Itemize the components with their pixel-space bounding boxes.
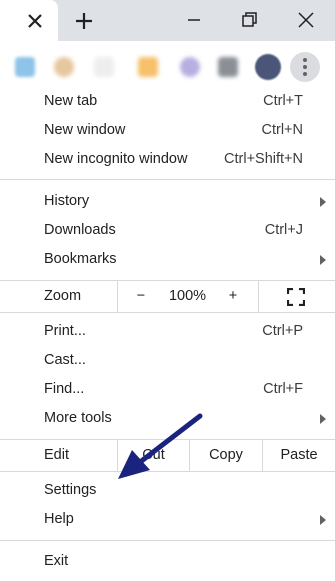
menu-item-label: More tools xyxy=(44,410,112,426)
zoom-in-button[interactable]: + xyxy=(218,281,248,312)
extension-icon[interactable] xyxy=(218,57,238,77)
menu-item-history[interactable]: History xyxy=(0,187,335,216)
divider xyxy=(258,281,259,312)
close-icon[interactable] xyxy=(25,11,45,31)
menu-item-label: Downloads xyxy=(44,222,116,238)
menu-item-shortcut: Ctrl+Shift+N xyxy=(224,151,303,167)
chrome-menu: New tab Ctrl+T New window Ctrl+N New inc… xyxy=(0,86,335,581)
zoom-row: Zoom − 100% + xyxy=(0,280,335,313)
menu-item-cast[interactable]: Cast... xyxy=(0,346,335,375)
menu-item-print[interactable]: Print... Ctrl+P xyxy=(0,317,335,346)
menu-item-shortcut: Ctrl+T xyxy=(263,93,303,109)
active-tab[interactable] xyxy=(0,0,58,41)
paste-button[interactable]: Paste xyxy=(263,440,335,471)
menu-item-settings[interactable]: Settings xyxy=(0,476,335,505)
menu-item-new-window[interactable]: New window Ctrl+N xyxy=(0,116,335,145)
menu-item-label: History xyxy=(44,193,90,209)
zoom-out-button[interactable]: − xyxy=(126,281,156,312)
menu-item-shortcut: Ctrl+P xyxy=(262,323,303,339)
menu-item-label: Settings xyxy=(44,482,97,498)
extension-icon[interactable] xyxy=(138,57,158,77)
menu-item-label: Find... xyxy=(44,381,85,397)
divider xyxy=(117,281,118,312)
menu-item-new-tab[interactable]: New tab Ctrl+T xyxy=(0,87,335,116)
submenu-arrow-icon xyxy=(320,255,326,265)
divider xyxy=(0,540,335,541)
menu-item-shortcut: Ctrl+N xyxy=(261,122,304,138)
tab-strip xyxy=(0,0,335,41)
extension-icon[interactable] xyxy=(54,57,74,77)
edit-label: Edit xyxy=(44,447,69,463)
menu-item-label: Print... xyxy=(44,323,86,339)
edit-row: Edit Cut Copy Paste xyxy=(0,439,335,472)
menu-item-shortcut: Ctrl+J xyxy=(264,222,303,238)
menu-item-label: New window xyxy=(44,122,126,138)
menu-item-new-incognito[interactable]: New incognito window Ctrl+Shift+N xyxy=(0,145,335,174)
three-dots-vertical-icon[interactable] xyxy=(290,52,320,82)
menu-item-label: Exit xyxy=(44,553,69,569)
menu-item-shortcut: Ctrl+F xyxy=(263,381,303,397)
zoom-level: 100% xyxy=(168,288,207,304)
extension-icon[interactable] xyxy=(94,57,114,77)
menu-item-label: New incognito window xyxy=(44,151,188,167)
submenu-arrow-icon xyxy=(320,414,326,424)
zoom-label: Zoom xyxy=(44,288,82,304)
menu-item-downloads[interactable]: Downloads Ctrl+J xyxy=(0,216,335,245)
menu-item-label: Bookmarks xyxy=(44,251,117,267)
menu-item-label: Help xyxy=(44,511,74,527)
fullscreen-icon[interactable] xyxy=(287,288,305,306)
toolbar xyxy=(0,41,335,87)
submenu-arrow-icon xyxy=(320,197,326,207)
copy-button[interactable]: Copy xyxy=(190,440,262,471)
menu-item-exit[interactable]: Exit xyxy=(0,547,335,576)
menu-item-help[interactable]: Help xyxy=(0,505,335,534)
minimize-icon[interactable] xyxy=(184,10,204,30)
restore-icon[interactable] xyxy=(240,10,260,30)
plus-icon[interactable] xyxy=(74,11,94,31)
extension-icon[interactable] xyxy=(15,57,35,77)
extension-icon[interactable] xyxy=(180,57,200,77)
menu-item-find[interactable]: Find... Ctrl+F xyxy=(0,375,335,404)
submenu-arrow-icon xyxy=(320,515,326,525)
avatar[interactable] xyxy=(255,54,281,80)
window-close-icon[interactable] xyxy=(296,10,316,30)
divider xyxy=(0,179,335,180)
menu-item-more-tools[interactable]: More tools xyxy=(0,404,335,433)
menu-item-bookmarks[interactable]: Bookmarks xyxy=(0,245,335,274)
menu-item-label: Cast... xyxy=(44,352,86,368)
menu-item-label: New tab xyxy=(44,93,98,109)
cut-button[interactable]: Cut xyxy=(118,440,189,471)
